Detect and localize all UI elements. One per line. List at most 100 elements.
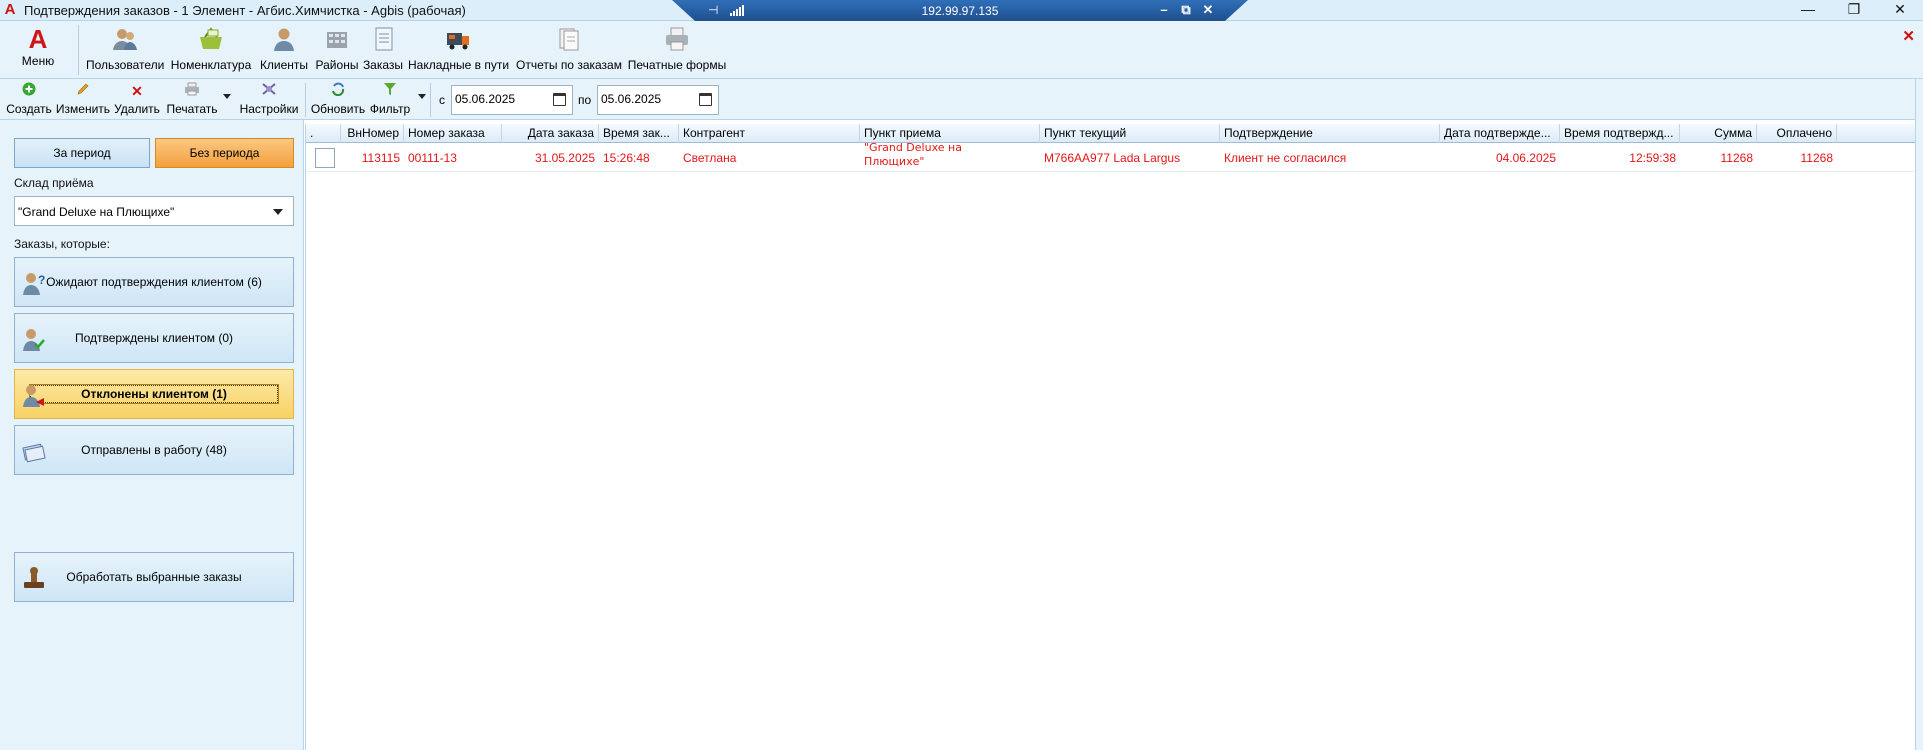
nomenclature-label: Номенклатура — [170, 58, 252, 72]
window-title: Подтверждения заказов - 1 Элемент - Агби… — [24, 3, 466, 18]
rejected-button[interactable]: Отклонены клиентом (1) — [14, 369, 294, 419]
refresh-button[interactable]: Обновить — [308, 82, 368, 118]
districts-icon — [327, 32, 347, 48]
clients-button[interactable]: Клиенты — [257, 26, 311, 74]
delete-button[interactable]: ✕ Удалить — [113, 82, 161, 118]
remote-close-button[interactable]: ✕ — [1200, 2, 1216, 18]
orders-button[interactable]: Заказы — [362, 26, 404, 74]
create-button[interactable]: Создать — [6, 82, 52, 118]
clients-label: Клиенты — [259, 58, 309, 72]
minimize-button[interactable]: — — [1785, 0, 1831, 21]
basket-icon — [200, 27, 222, 49]
printer-icon — [666, 27, 688, 51]
truck-icon — [447, 33, 469, 50]
action-toolbar: Создать Изменить ✕ Удалить Печатать Наст… — [0, 79, 1923, 120]
settings-button[interactable]: Настройки — [236, 82, 302, 118]
app-logo-icon: A — [4, 1, 16, 18]
users-button[interactable]: Пользователи — [86, 26, 164, 74]
cell-reception-point: "Grand Deluxe на Плющихе" — [864, 141, 962, 168]
period-button[interactable]: За период — [14, 138, 150, 168]
menu-logo-icon: A — [28, 24, 48, 54]
filter-icon — [384, 83, 396, 95]
filter-dropdown-icon[interactable] — [418, 94, 426, 99]
column-header-confirm-date[interactable]: Дата подтвержде... — [1440, 124, 1560, 143]
left-panel: За период Без периода Склад приёма "Gran… — [0, 120, 304, 750]
window-close-button[interactable]: ✕ — [1877, 0, 1923, 21]
date-to-value: 05.06.2025 — [601, 92, 662, 106]
warehouse-value: "Grand Deluxe на Плющихе" — [18, 205, 175, 219]
print-label: Печатать — [166, 102, 218, 116]
users-label: Пользователи — [86, 58, 165, 72]
edit-label: Изменить — [55, 102, 111, 116]
reports-icon — [559, 28, 579, 51]
svg-text:?: ? — [38, 273, 45, 287]
print-button[interactable]: Печатать — [164, 82, 220, 118]
cell-order-date: 31.05.2025 — [534, 151, 595, 165]
title-bar: A Подтверждения заказов - 1 Элемент - Аг… — [0, 0, 1923, 21]
nomenclature-button[interactable]: Номенклатура — [170, 26, 252, 74]
print-icon — [185, 82, 199, 96]
edit-button[interactable]: Изменить — [54, 82, 112, 118]
warehouse-select[interactable]: "Grand Deluxe на Плющихе" — [14, 196, 294, 226]
chevron-down-icon — [273, 209, 283, 215]
column-header-counterparty[interactable]: Контрагент — [679, 124, 860, 143]
maximize-button[interactable]: ❐ — [1831, 0, 1877, 21]
column-header-paid[interactable]: Оплачено — [1757, 124, 1837, 143]
date-to-field[interactable]: 05.06.2025 — [597, 85, 719, 115]
waybills-label: Накладные в пути — [408, 58, 510, 72]
toolbar-separator — [430, 83, 431, 117]
row-checkbox[interactable] — [315, 148, 335, 168]
cell-order-no: 00111-13 — [408, 151, 457, 165]
cell-current-point: M766AA977 Lada Largus — [1044, 151, 1181, 165]
documents-icon — [22, 443, 46, 463]
cell-sum: 11268 — [1720, 151, 1753, 165]
calendar-icon[interactable] — [699, 93, 712, 106]
column-header-current-point[interactable]: Пункт текущий — [1040, 124, 1220, 143]
order-reports-label: Отчеты по заказам — [516, 58, 622, 72]
confirmed-button[interactable]: Подтверждены клиентом (0) — [14, 313, 294, 363]
filter-button[interactable]: Фильтр — [368, 82, 412, 118]
no-period-button[interactable]: Без периода — [155, 138, 294, 168]
menu-button[interactable]: A Меню — [6, 24, 70, 76]
print-dropdown-icon[interactable] — [223, 94, 231, 99]
awaiting-confirmation-button[interactable]: ? Ожидают подтверждения клиентом (6) — [14, 257, 294, 307]
column-header-order-no[interactable]: Номер заказа — [404, 124, 502, 143]
column-header-select[interactable]: . — [306, 124, 341, 143]
date-from-field[interactable]: 05.06.2025 — [451, 85, 573, 115]
waybills-button[interactable]: Накладные в пути — [408, 26, 510, 74]
delete-icon: ✕ — [131, 83, 143, 99]
print-forms-button[interactable]: Печатные формы — [624, 26, 730, 74]
date-from-label: с — [439, 93, 445, 107]
remote-minimize-button[interactable]: – — [1156, 2, 1172, 17]
column-header-order-date[interactable]: Дата заказа — [502, 124, 599, 143]
column-header-confirm-time[interactable]: Время подтвержд... — [1560, 124, 1680, 143]
districts-button[interactable]: Районы — [312, 26, 362, 74]
toolbar-separator — [305, 83, 306, 117]
delete-label: Удалить — [114, 102, 160, 116]
column-header-vn[interactable]: ВнНомер — [341, 124, 404, 143]
grid-header: . ВнНомер Номер заказа Дата заказа Время… — [306, 124, 1916, 143]
date-to-label: по — [578, 93, 592, 107]
orders-icon — [375, 27, 393, 51]
remote-session-bar: ⊣ 192.99.97.135 – ⧉ ✕ — [672, 0, 1248, 21]
orders-label: Заказы — [362, 58, 404, 72]
right-edge-strip — [1915, 79, 1923, 750]
cell-paid: 11268 — [1800, 151, 1833, 165]
close-tab-icon[interactable]: ✕ — [1902, 27, 1915, 45]
orders-filter-label: Заказы, которые: — [14, 237, 110, 251]
process-selected-button[interactable]: Обработать выбранные заказы — [14, 552, 294, 602]
settings-label: Настройки — [239, 102, 299, 116]
table-row[interactable]: 113115 00111-13 31.05.2025 15:26:48 Свет… — [306, 141, 1916, 172]
districts-label: Районы — [315, 58, 359, 72]
calendar-icon[interactable] — [553, 93, 566, 106]
column-header-order-time[interactable]: Время зак... — [599, 124, 679, 143]
column-header-sum[interactable]: Сумма — [1680, 124, 1757, 143]
print-forms-label: Печатные формы — [627, 58, 727, 72]
remote-restore-button[interactable]: ⧉ — [1178, 2, 1194, 18]
cell-confirm-date: 04.06.2025 — [1495, 151, 1556, 165]
column-header-confirmation[interactable]: Подтверждение — [1220, 124, 1440, 143]
order-reports-button[interactable]: Отчеты по заказам — [514, 26, 624, 74]
date-from-value: 05.06.2025 — [455, 92, 516, 106]
user-question-icon: ? — [23, 273, 45, 295]
sent-to-work-button[interactable]: Отправлены в работу (48) — [14, 425, 294, 475]
